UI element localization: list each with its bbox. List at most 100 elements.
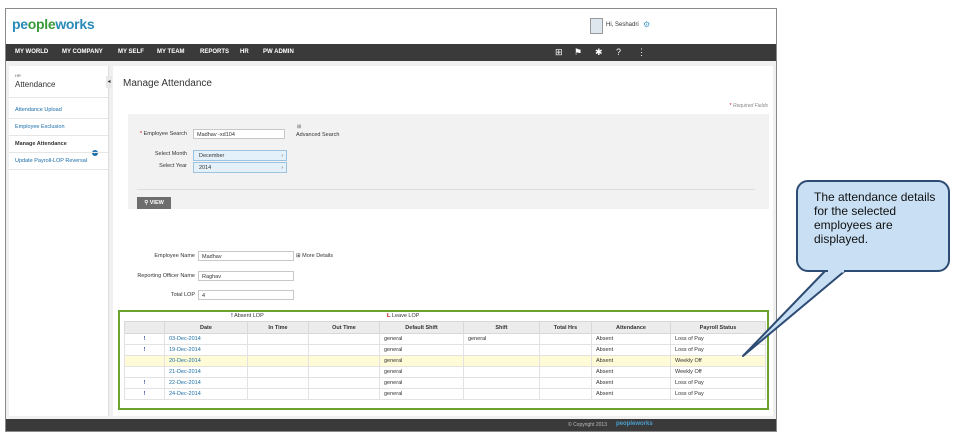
attendance-cell: Absent	[591, 355, 671, 367]
payroll-status-cell: Loss of Pay	[670, 344, 766, 356]
legend-absent-lop-text: Absent LOP	[234, 313, 264, 319]
copyright-text: © Copyright 2013	[568, 422, 607, 428]
divider	[9, 97, 108, 98]
date-link[interactable]: 20-Dec-2014	[164, 355, 248, 367]
callout-bubble: The attendance details for the selected …	[796, 180, 950, 272]
collapse-sidebar-icon[interactable]: ◂	[106, 76, 112, 88]
top-bar: peopleworks Hi, Seshadri ⚙	[6, 9, 776, 43]
table-header-row: Date In Time Out Time Default Shift Shif…	[124, 321, 766, 334]
default-shift-cell: general	[379, 388, 464, 400]
nav-pw-admin[interactable]: PW ADMIN	[263, 49, 294, 55]
main-nav: MY WORLD MY COMPANY MY SELF MY TEAM REPO…	[6, 44, 776, 61]
default-shift-cell: general	[379, 355, 464, 367]
column-header-date[interactable]: Date	[164, 321, 248, 334]
sidebar-item-update-payroll-lop-reversal[interactable]: Update Payroll-LOP Reversal	[15, 158, 87, 164]
view-button[interactable]: ⚲ VIEW	[137, 197, 171, 209]
sidebar-section: HR	[15, 73, 21, 78]
peopleworks-logo[interactable]: peopleworks	[12, 16, 95, 32]
column-header-attendance[interactable]: Attendance	[591, 321, 671, 334]
logo-text-2: ople	[27, 16, 56, 32]
out-time-cell	[308, 377, 380, 389]
in-time-cell	[247, 377, 309, 389]
payroll-status-cell: Loss of Pay	[670, 388, 766, 400]
in-time-cell	[247, 344, 309, 356]
book-icon[interactable]: ⊞	[555, 47, 563, 58]
more-details-link[interactable]: ⊞ More Details	[296, 253, 333, 259]
view-button-label: VIEW	[149, 200, 164, 206]
avatar[interactable]	[590, 18, 603, 34]
attendance-cell: Absent	[591, 377, 671, 389]
help-icon[interactable]: ?	[616, 47, 621, 57]
default-shift-cell: general	[379, 377, 464, 389]
nav-my-world[interactable]: MY WORLD	[15, 49, 48, 55]
chevron-right-icon: ›	[281, 165, 283, 171]
select-year-label: Select Year	[159, 163, 187, 169]
footer-logo: peopleworks	[616, 421, 653, 427]
column-header-in-time[interactable]: In Time	[247, 321, 309, 334]
nav-hr[interactable]: HR	[240, 49, 249, 55]
shift-cell	[463, 344, 540, 356]
absent-lop-icon: !	[124, 377, 165, 389]
month-select[interactable]: December ›	[193, 150, 287, 161]
shift-cell	[463, 355, 540, 367]
advanced-search-link[interactable]: Advanced Search	[296, 132, 339, 138]
table-row: 20-Dec-2014 general Absent Weekly Off	[124, 355, 766, 367]
column-header-default-shift[interactable]: Default Shift	[379, 321, 464, 334]
nav-my-self[interactable]: MY SELF	[118, 49, 144, 55]
date-link[interactable]: 19-Dec-2014	[164, 344, 248, 356]
reporting-officer-label: Reporting Officer Name	[137, 273, 195, 279]
sidebar-item-manage-attendance[interactable]: Manage Attendance	[15, 141, 67, 147]
chevron-right-icon: ›	[281, 153, 283, 159]
reporting-officer-field: Raghav	[198, 271, 294, 281]
date-link[interactable]: 22-Dec-2014	[164, 377, 248, 389]
total-hrs-cell	[539, 355, 592, 367]
column-header-payroll-status[interactable]: Payroll Status	[670, 321, 766, 334]
logo-text-3: works	[55, 16, 95, 32]
employee-search-input[interactable]: Madhav -xd104	[193, 129, 285, 139]
year-select[interactable]: 2014 ›	[193, 162, 287, 173]
out-time-cell	[308, 366, 380, 378]
total-hrs-cell	[539, 377, 592, 389]
out-time-cell	[308, 355, 380, 367]
date-link[interactable]: 24-Dec-2014	[164, 388, 248, 400]
select-month-label: Select Month	[154, 151, 187, 157]
sitemap-icon[interactable]: ⋮	[637, 47, 646, 58]
default-shift-cell: general	[379, 333, 464, 345]
employee-name-label: Employee Name	[154, 253, 195, 259]
required-note-text: Required Fields	[732, 103, 768, 109]
column-header-total-hrs[interactable]: Total Hrs	[539, 321, 592, 334]
gear-icon[interactable]: ⚙	[643, 20, 650, 29]
in-time-cell	[247, 333, 309, 345]
shift-cell	[463, 366, 540, 378]
user-greeting: Hi, Seshadri	[606, 22, 639, 28]
date-link[interactable]: 21-Dec-2014	[164, 366, 248, 378]
sidebar-item-employee-exclusion[interactable]: Employee Exclusion	[15, 124, 65, 130]
absent-lop-icon: !	[124, 344, 165, 356]
employee-search-label: * Employee Search	[139, 131, 187, 137]
payroll-status-cell: Weekly Off	[670, 366, 766, 378]
payroll-status-cell: Weekly Off	[670, 355, 766, 367]
sidebar-item-attendance-upload[interactable]: Attendance Upload	[15, 107, 62, 113]
year-select-value: 2014	[199, 165, 212, 171]
legend-leave-lop-text: Leave LOP	[391, 313, 420, 319]
logo-text-1: pe	[12, 16, 28, 32]
divider	[9, 169, 108, 170]
required-note: * Required Fields	[729, 103, 768, 109]
table-row: ! 19-Dec-2014 general Absent Loss of Pay	[124, 344, 766, 356]
search-icon[interactable]: ⊞	[297, 124, 301, 130]
total-lop-field: 4	[198, 290, 294, 300]
column-header-out-time[interactable]: Out Time	[308, 321, 380, 334]
attendance-table: Date In Time Out Time Default Shift Shif…	[124, 321, 766, 400]
column-header-shift[interactable]: Shift	[463, 321, 540, 334]
nav-my-team[interactable]: MY TEAM	[157, 49, 185, 55]
leave-lop-icon: L	[387, 313, 391, 319]
date-link[interactable]: 03-Dec-2014	[164, 333, 248, 345]
more-details-text: More Details	[302, 253, 334, 259]
flag-icon[interactable]: ⚑	[574, 47, 582, 58]
tools-icon[interactable]: ✱	[595, 47, 603, 58]
in-time-cell	[247, 366, 309, 378]
nav-my-company[interactable]: MY COMPANY	[62, 49, 103, 55]
out-time-cell	[308, 333, 380, 345]
nav-reports[interactable]: REPORTS	[200, 49, 229, 55]
table-row: 21-Dec-2014 general Absent Weekly Off	[124, 366, 766, 378]
